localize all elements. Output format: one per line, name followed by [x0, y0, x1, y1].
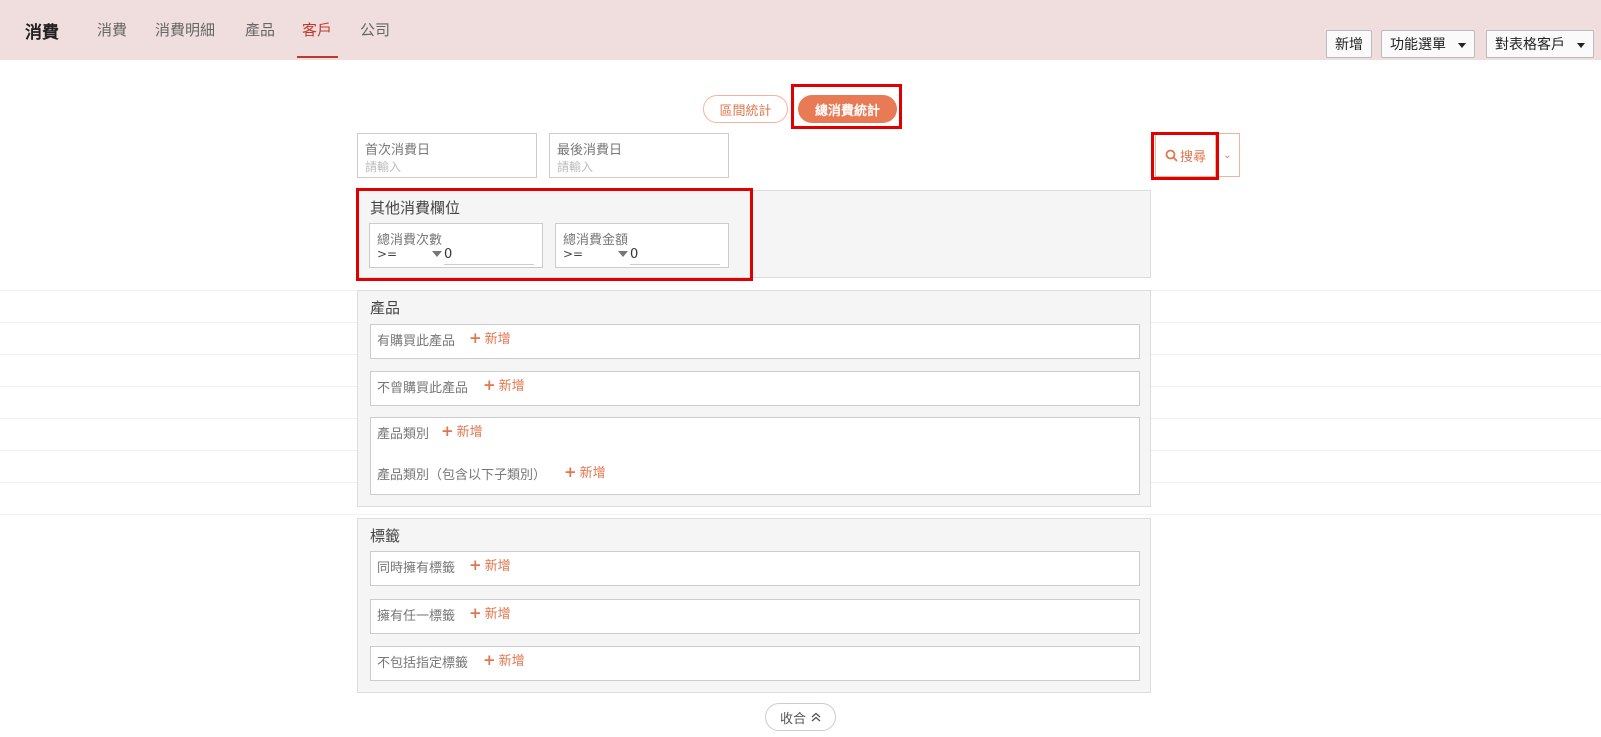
last-date-label: 最後消費日	[557, 143, 623, 158]
bought-product-label: 有購買此產品	[377, 334, 456, 349]
any-tags-label: 擁有任一標籤	[377, 609, 456, 624]
all-tags-row: 同時擁有標籤 + 新增	[370, 551, 1140, 586]
add-exclude-tags-button[interactable]: + 新增	[483, 650, 525, 670]
all-tags-label: 同時擁有標籤	[377, 561, 456, 576]
add-not-bought-product-button[interactable]: + 新增	[483, 375, 525, 395]
not-bought-product-label: 不曾購買此產品	[377, 381, 469, 396]
caret-down-icon	[618, 251, 628, 257]
add-label: 新增	[456, 425, 483, 440]
bg-divider	[0, 514, 1601, 515]
search-options-toggle[interactable]: ⌄	[1215, 133, 1240, 177]
add-button-label: 新增	[1335, 37, 1363, 53]
add-product-subcategory-button[interactable]: + 新增	[564, 462, 606, 482]
other-fields-title: 其他消費欄位	[370, 199, 461, 217]
total-count-operator[interactable]: >=	[377, 247, 397, 261]
nav-consumption[interactable]: 消費	[97, 19, 127, 40]
plus-icon: +	[469, 328, 482, 347]
function-menu-button[interactable]: 功能選單	[1381, 30, 1475, 58]
first-date-label: 首次消費日	[365, 143, 431, 158]
nav-consumption-detail[interactable]: 消費明細	[155, 19, 215, 40]
total-stats-toggle[interactable]: 總消費統計	[798, 95, 897, 123]
plus-icon: +	[469, 555, 482, 574]
product-panel: 產品 有購買此產品 + 新增 不曾購買此產品 + 新增 產品類別 + 新增 產品類別（…	[357, 290, 1151, 507]
add-label: 新增	[484, 332, 511, 347]
other-fields-panel: 其他消費欄位 總消費次數 >= 0 總消費金額 >= 0	[357, 190, 1151, 278]
add-label: 新增	[484, 559, 511, 574]
add-label: 新增	[484, 607, 511, 622]
total-count-value[interactable]: 0	[444, 247, 534, 265]
plus-icon: +	[483, 375, 496, 394]
plus-icon: +	[441, 421, 454, 440]
tags-title: 標籤	[370, 527, 401, 545]
search-label: 搜尋	[1179, 149, 1206, 165]
search-button[interactable]: 搜尋	[1155, 133, 1215, 177]
total-amount-value[interactable]: 0	[630, 247, 720, 265]
range-stats-label: 區間統計	[719, 103, 772, 119]
range-stats-toggle[interactable]: 區間統計	[703, 95, 788, 123]
first-date-placeholder: 請輸入	[365, 160, 402, 174]
search-icon	[1165, 149, 1178, 162]
nav-active-indicator	[297, 56, 338, 58]
total-amount-field[interactable]: 總消費金額 >= 0	[555, 223, 729, 268]
add-label: 新增	[498, 654, 525, 669]
product-title: 產品	[370, 299, 401, 317]
caret-down-icon	[1577, 43, 1585, 48]
add-product-category-button[interactable]: + 新增	[441, 421, 483, 441]
collapse-label: 收合	[779, 711, 806, 727]
total-count-label: 總消費次數	[377, 233, 443, 248]
product-category-sub-label: 產品類別（包含以下子類別）	[377, 468, 547, 483]
exclude-tags-label: 不包括指定標籤	[377, 656, 469, 671]
add-button[interactable]: 新增	[1326, 30, 1372, 58]
double-chevron-up-icon	[811, 712, 821, 722]
add-label: 新增	[579, 466, 606, 481]
total-amount-label: 總消費金額	[563, 233, 629, 248]
plus-icon: +	[564, 462, 577, 481]
add-all-tags-button[interactable]: + 新增	[469, 555, 511, 575]
tags-panel: 標籤 同時擁有標籤 + 新增 擁有任一標籤 + 新增 不包括指定標籤 + 新增	[357, 518, 1151, 693]
exclude-tags-row: 不包括指定標籤 + 新增	[370, 646, 1140, 681]
add-label: 新增	[498, 379, 525, 394]
total-count-field[interactable]: 總消費次數 >= 0	[369, 223, 543, 268]
nav-company[interactable]: 公司	[360, 19, 390, 40]
function-menu-label: 功能選單	[1390, 37, 1446, 53]
nav-product[interactable]: 產品	[245, 19, 275, 40]
product-category-row: 產品類別 + 新增 產品類別（包含以下子類別） + 新增	[370, 417, 1140, 495]
not-bought-product-row: 不曾購買此產品 + 新增	[370, 371, 1140, 406]
last-consumption-date-field[interactable]: 最後消費日 請輸入	[549, 133, 729, 178]
caret-down-icon	[432, 251, 442, 257]
first-consumption-date-field[interactable]: 首次消費日 請輸入	[357, 133, 537, 178]
total-amount-operator[interactable]: >=	[563, 247, 583, 261]
plus-icon: +	[483, 650, 496, 669]
brand-title: 消費	[25, 23, 59, 43]
collapse-button[interactable]: 收合	[765, 703, 836, 731]
total-stats-label: 總消費統計	[814, 103, 880, 119]
add-any-tags-button[interactable]: + 新增	[469, 603, 511, 623]
bought-product-row: 有購買此產品 + 新增	[370, 324, 1140, 359]
table-customer-label: 對表格客戶	[1495, 37, 1565, 53]
top-nav: 消費 消費 消費明細 產品 客戶 公司 新增 功能選單 對表格客戶	[0, 0, 1601, 60]
caret-down-icon	[1458, 43, 1466, 48]
last-date-placeholder: 請輸入	[557, 160, 594, 174]
plus-icon: +	[469, 603, 482, 622]
chevron-down-icon: ⌄	[1223, 149, 1232, 161]
table-customer-button[interactable]: 對表格客戶	[1486, 30, 1594, 58]
any-tags-row: 擁有任一標籤 + 新增	[370, 599, 1140, 634]
add-bought-product-button[interactable]: + 新增	[469, 328, 511, 348]
product-category-label: 產品類別	[377, 427, 430, 442]
nav-customer[interactable]: 客戶	[302, 19, 332, 40]
